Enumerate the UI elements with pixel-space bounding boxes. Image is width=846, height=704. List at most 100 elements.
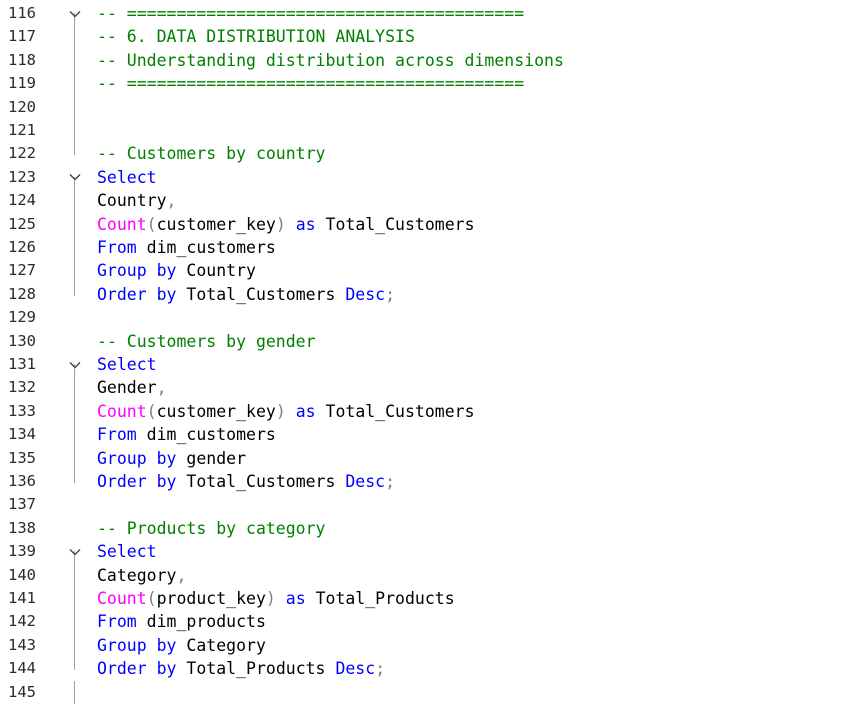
code-token: Total_Customers xyxy=(315,214,475,234)
code-text[interactable]: Group by Country xyxy=(97,259,256,282)
code-token: ( xyxy=(146,589,157,608)
code-line[interactable]: 128 Order by Total_Customers Desc; xyxy=(0,282,846,306)
line-number: 137 xyxy=(8,495,36,514)
chevron-down-icon[interactable] xyxy=(68,2,82,25)
code-token: Desc xyxy=(345,472,386,491)
code-line[interactable]: 122 -- Customers by country xyxy=(0,142,846,165)
code-text[interactable]: From dim_customers xyxy=(97,423,276,446)
code-token: ( xyxy=(146,214,157,234)
code-token: -- Customers by country xyxy=(97,144,326,164)
code-line[interactable]: 132 Gender, xyxy=(0,376,846,400)
code-token: dim_products xyxy=(136,612,266,632)
code-line[interactable]: 119 -- ==================================… xyxy=(0,72,846,96)
code-text[interactable]: -- 6. DATA DISTRIBUTION ANALYSIS xyxy=(97,25,415,48)
code-text[interactable]: Group by gender xyxy=(97,447,246,470)
code-text[interactable]: Order by Total_Products Desc; xyxy=(97,657,385,680)
indent-guide xyxy=(74,95,75,119)
code-token: as xyxy=(295,214,316,234)
code-line[interactable]: 141 Count(product_key) as Total_Products xyxy=(0,587,846,611)
code-line[interactable]: 120 xyxy=(0,95,846,119)
code-token: Country xyxy=(176,261,256,281)
indent-guide xyxy=(74,259,75,283)
code-token: Count xyxy=(97,214,147,234)
code-text[interactable]: -- =====================================… xyxy=(97,2,524,25)
code-line[interactable]: 133 Count(customer_key) as Total_Customer… xyxy=(0,399,846,424)
code-line[interactable]: 135 Group by gender xyxy=(0,446,846,470)
code-line[interactable]: 134 From dim_customers xyxy=(0,423,846,447)
code-text[interactable]: Count(product_key) as Total_Products xyxy=(97,587,455,610)
code-line[interactable]: 136 Order by Total_Customers Desc; xyxy=(0,470,846,493)
code-text[interactable]: Order by Total_Customers Desc; xyxy=(97,470,395,493)
code-line[interactable]: 125 Count(customer_key) as Total_Customer… xyxy=(0,212,846,236)
code-token: Desc xyxy=(335,659,376,679)
code-text[interactable]: Order by Total_Customers Desc; xyxy=(97,283,395,306)
code-text[interactable]: Gender, xyxy=(97,376,167,399)
code-text[interactable]: From dim_products xyxy=(97,610,266,633)
code-token: , xyxy=(166,191,177,211)
chevron-down-icon[interactable] xyxy=(68,166,82,189)
code-line[interactable]: 137 xyxy=(0,493,846,516)
code-text[interactable]: Count(customer_key) as Total_Customers xyxy=(97,213,475,236)
indent-guide xyxy=(74,657,75,671)
code-token: dim_customers xyxy=(136,425,276,445)
code-line[interactable]: 123 Select xyxy=(0,166,846,190)
line-number: 123 xyxy=(8,167,36,186)
chevron-down-icon[interactable] xyxy=(68,353,82,376)
code-text[interactable]: Select xyxy=(97,353,157,376)
code-line[interactable]: 143 Group by Category xyxy=(0,633,846,658)
code-line[interactable]: 118 -- Understanding distribution across … xyxy=(0,48,846,73)
code-text[interactable]: Count(customer_key) as Total_Customers xyxy=(97,400,475,423)
code-token: Total_Products xyxy=(305,589,455,608)
code-text[interactable]: -- Understanding distribution across dim… xyxy=(97,49,564,72)
line-number: 135 xyxy=(8,448,36,467)
code-text[interactable]: -- Customers by country xyxy=(97,142,325,165)
code-text[interactable]: -- Customers by gender xyxy=(97,330,316,353)
code-text[interactable]: Country, xyxy=(97,189,176,212)
code-text[interactable]: From dim_customers xyxy=(97,236,276,259)
code-token: Group by xyxy=(97,448,177,468)
code-text[interactable]: Category, xyxy=(97,564,186,587)
code-editor[interactable]: 116 -- ==================================… xyxy=(0,0,846,704)
code-line[interactable]: 130 -- Customers by gender xyxy=(0,330,846,353)
code-token: Order by xyxy=(97,472,177,491)
code-token: -- Customers by gender xyxy=(97,331,316,351)
code-line[interactable]: 138 -- Products by category xyxy=(0,517,846,540)
code-line[interactable]: 126 From dim_customers xyxy=(0,236,846,260)
indent-guide xyxy=(74,610,75,634)
code-line[interactable]: 140 Category, xyxy=(0,563,846,587)
code-token: -- Products by category xyxy=(97,518,326,538)
indent-guide xyxy=(74,236,75,260)
code-text[interactable]: Select xyxy=(97,540,157,563)
code-line[interactable]: 145 xyxy=(0,680,846,704)
line-number: 141 xyxy=(8,589,36,607)
code-line[interactable]: 129 xyxy=(0,306,846,329)
code-text[interactable]: Group by Category xyxy=(97,634,266,657)
code-line[interactable]: 124 Country, xyxy=(0,189,846,213)
code-line[interactable]: 127 Group by Country xyxy=(0,259,846,283)
line-number: 119 xyxy=(8,74,36,93)
code-line[interactable]: 117 -- 6. DATA DISTRIBUTION ANALYSIS xyxy=(0,25,846,49)
chevron-down-icon[interactable] xyxy=(68,540,82,563)
line-number: 136 xyxy=(8,472,36,490)
code-token: as xyxy=(295,401,316,421)
code-token: ) xyxy=(275,214,286,234)
line-number: 129 xyxy=(8,308,36,327)
indent-guide xyxy=(74,212,75,236)
indent-guide xyxy=(74,423,75,447)
code-line[interactable]: 131 Select xyxy=(0,353,846,377)
code-line[interactable]: 121 xyxy=(0,119,846,143)
code-token: From xyxy=(97,425,137,445)
line-number: 122 xyxy=(8,144,36,163)
line-number: 130 xyxy=(8,331,36,350)
indent-guide xyxy=(74,563,75,587)
code-token: customer_key xyxy=(156,214,276,234)
code-line[interactable]: 142 From dim_products xyxy=(0,610,846,634)
code-text[interactable]: -- Products by category xyxy=(97,517,325,540)
code-line[interactable]: 116 -- ==================================… xyxy=(0,2,846,26)
code-line[interactable]: 139 Select xyxy=(0,540,846,564)
code-line[interactable]: 144 Order by Total_Products Desc; xyxy=(0,657,846,680)
code-text[interactable]: Select xyxy=(97,166,157,189)
code-token: -- Understanding distribution across dim… xyxy=(97,50,564,70)
code-text[interactable]: -- =====================================… xyxy=(97,72,524,95)
